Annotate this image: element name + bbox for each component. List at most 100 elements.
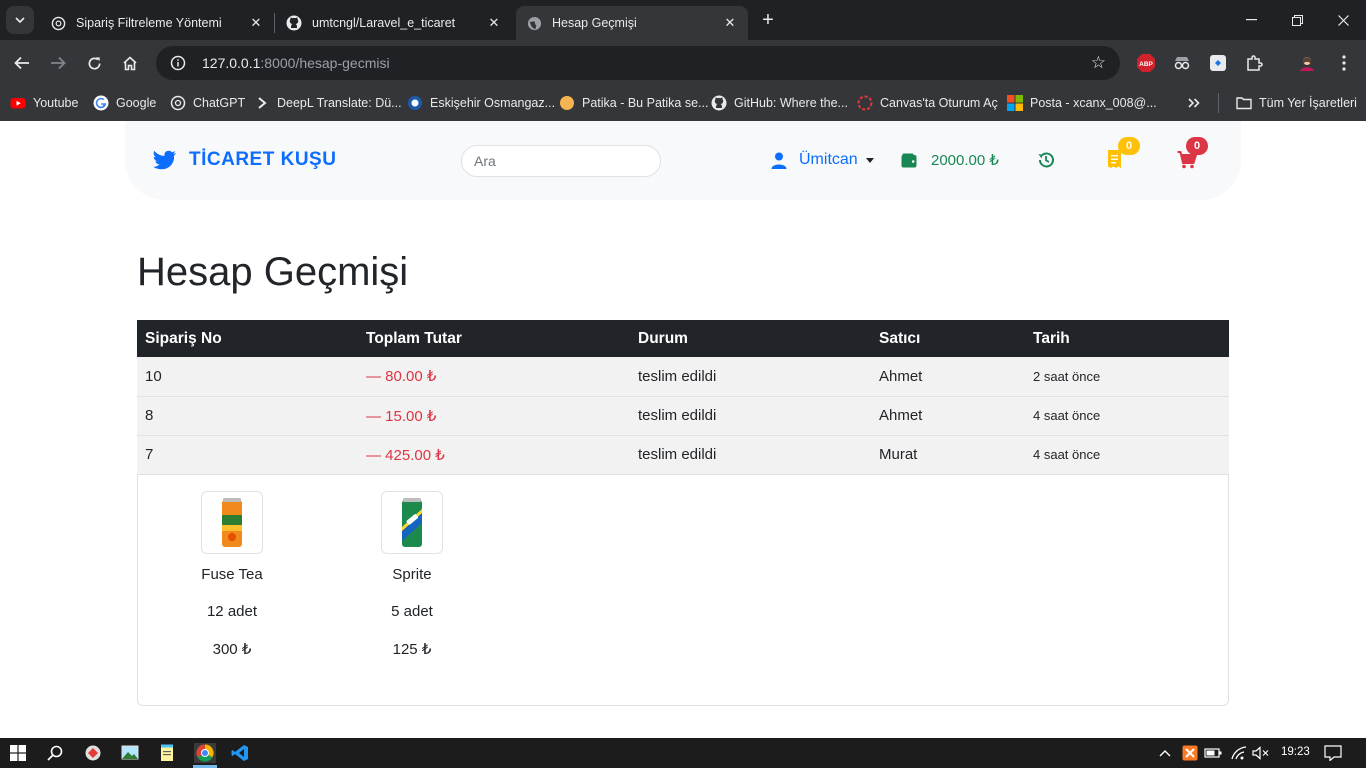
chevron-up-icon[interactable] <box>1155 743 1175 763</box>
tab-divider <box>274 13 275 33</box>
github-icon <box>711 95 727 111</box>
bookmark-label: Google <box>116 96 157 110</box>
bookmark-chatgpt[interactable]: ChatGPT <box>170 93 245 113</box>
browser-tab[interactable]: umtcngl/Laravel_e_ticaret ✕ <box>276 6 512 40</box>
bookmarks-bar: Youtube Google ChatGPT DeepL Translate: … <box>0 85 1366 121</box>
order-amount: — 15.00 ₺ <box>358 396 630 436</box>
double-chevron-right-icon <box>1188 98 1200 108</box>
site-brand-link[interactable]: TİCARET KUŞU <box>153 149 336 171</box>
clock-time[interactable]: 19:23 <box>1281 746 1310 758</box>
extension-square-icon[interactable] <box>1207 52 1229 74</box>
bookmark-youtube[interactable]: Youtube <box>10 93 78 113</box>
web-page: TİCARET KUŞU Ümitcan 2000.00 ₺ 0 0 Hesap… <box>0 121 1366 738</box>
order-number: 8 <box>137 396 358 436</box>
orders-table: Sipariş No Toplam Tutar Durum Satıcı Tar… <box>137 320 1229 475</box>
wifi-icon[interactable] <box>1229 743 1249 763</box>
restore-button[interactable] <box>1274 0 1320 40</box>
battery-icon[interactable] <box>1203 743 1223 763</box>
product-quantity: 12 adet <box>206 603 258 620</box>
history-button[interactable] <box>1037 151 1055 174</box>
home-icon <box>123 55 137 70</box>
browser-tab[interactable]: Sipariş Filtreleme Yöntemi ✕ <box>40 6 274 40</box>
close-window-button[interactable] <box>1320 0 1366 40</box>
chrome-menu-icon[interactable] <box>1333 52 1355 74</box>
table-row[interactable]: 7 — 425.00 ₺ teslim edildi Murat 4 saat … <box>137 435 1229 475</box>
chrome-taskbar-icon[interactable] <box>194 743 216 763</box>
back-button[interactable] <box>9 50 35 76</box>
tab-label: umtcngl/Laravel_e_ticaret <box>312 16 456 30</box>
bookmark-star-icon[interactable]: ☆ <box>1091 53 1106 73</box>
product-card: Sprite 5 adet 125 ₺ <box>352 491 472 664</box>
photos-icon[interactable] <box>120 743 140 763</box>
google-icon <box>93 95 109 111</box>
close-icon[interactable]: ✕ <box>248 15 264 31</box>
orders-button[interactable] <box>1107 149 1122 174</box>
user-name: Ümitcan <box>799 151 858 168</box>
minus-icon: — <box>366 446 386 464</box>
bookmark-label: ChatGPT <box>193 96 246 110</box>
bookmark-label: DeepL Translate: Dü... <box>277 96 402 110</box>
column-header: Durum <box>630 320 871 357</box>
reload-button[interactable] <box>81 50 107 76</box>
bookmark-eskisehir[interactable]: Eskişehir Osmangaz... <box>407 93 555 113</box>
site-info-icon[interactable] <box>168 53 188 73</box>
bookmarks-divider <box>1218 93 1219 113</box>
product-price: 300 ₺ <box>212 641 252 658</box>
close-icon[interactable]: ✕ <box>486 15 502 31</box>
address-bar[interactable]: 127.0.0.1:8000/hesap-gecmisi ☆ <box>156 46 1120 80</box>
vscode-icon[interactable] <box>230 743 250 763</box>
spy-extension-icon[interactable] <box>1171 52 1193 74</box>
order-amount: — 425.00 ₺ <box>358 435 630 475</box>
order-number: 7 <box>137 435 358 475</box>
wallet-balance[interactable]: 2000.00 ₺ <box>901 151 999 169</box>
browser-tab-bar: Sipariş Filtreleme Yöntemi ✕ umtcngl/Lar… <box>0 0 1366 40</box>
profile-avatar[interactable] <box>1296 52 1318 74</box>
browser-tab-active[interactable]: Hesap Geçmişi ✕ <box>516 6 748 40</box>
bookmark-google[interactable]: Google <box>93 93 156 113</box>
column-header: Tarih <box>1025 320 1229 357</box>
chatgpt-icon <box>50 15 66 31</box>
bookmark-patika[interactable]: Patika - Bu Patika se... <box>559 93 708 113</box>
product-name: Fuse Tea <box>201 566 263 583</box>
bookmark-canva[interactable]: Canvas'ta Oturum Aç <box>857 93 998 113</box>
product-card: Fuse Tea 12 adet 300 ₺ <box>172 491 292 664</box>
close-icon[interactable]: ✕ <box>722 15 738 31</box>
more-bookmarks-button[interactable] <box>1188 93 1200 113</box>
speaker-muted-icon[interactable] <box>1251 743 1271 763</box>
bird-logo-icon <box>153 150 176 170</box>
bookmark-outlook[interactable]: Posta - xcanx_008@... <box>1007 93 1157 113</box>
app-icon[interactable] <box>83 743 103 763</box>
order-date: 2 saat önce <box>1025 357 1229 397</box>
arrow-right-icon <box>51 56 66 70</box>
windows-start-icon[interactable] <box>8 743 28 763</box>
xampp-tray-icon[interactable] <box>1180 743 1200 763</box>
deepl-icon <box>258 97 267 109</box>
notification-center-icon[interactable] <box>1323 743 1343 763</box>
sprite-can-icon <box>402 497 422 547</box>
new-tab-button[interactable]: + <box>756 8 780 32</box>
minimize-button[interactable] <box>1228 0 1274 40</box>
search-icon[interactable] <box>45 743 65 763</box>
url-text: 127.0.0.1:8000/hesap-gecmisi <box>202 55 390 71</box>
order-seller: Murat <box>871 435 1025 475</box>
page-title: Hesap Geçmişi <box>137 250 409 294</box>
tab-search-button[interactable] <box>6 6 34 34</box>
adblock-extension[interactable]: ABP <box>1135 52 1157 74</box>
arrow-left-icon <box>14 56 29 70</box>
all-bookmarks-folder[interactable]: Tüm Yer İşaretleri <box>1236 93 1357 113</box>
search-input[interactable] <box>461 145 661 177</box>
bookmark-deepl[interactable]: DeepL Translate: Dü... <box>254 93 402 113</box>
orders-count-badge: 0 <box>1118 137 1140 155</box>
forward-button[interactable] <box>45 50 71 76</box>
table-row[interactable]: 8 — 15.00 ₺ teslim edildi Ahmet 4 saat ö… <box>137 396 1229 436</box>
table-row[interactable]: 10 — 80.00 ₺ teslim edildi Ahmet 2 saat … <box>137 357 1229 397</box>
extensions-puzzle-icon[interactable] <box>1243 52 1265 74</box>
user-dropdown[interactable]: Ümitcan <box>771 151 874 169</box>
product-price: 125 ₺ <box>392 641 432 658</box>
github-icon <box>286 15 302 31</box>
bookmark-github[interactable]: GitHub: Where the... <box>711 93 848 113</box>
minus-icon: — <box>366 368 386 386</box>
notepad-icon[interactable] <box>157 743 177 763</box>
reload-icon <box>88 56 101 69</box>
home-button[interactable] <box>117 50 143 76</box>
